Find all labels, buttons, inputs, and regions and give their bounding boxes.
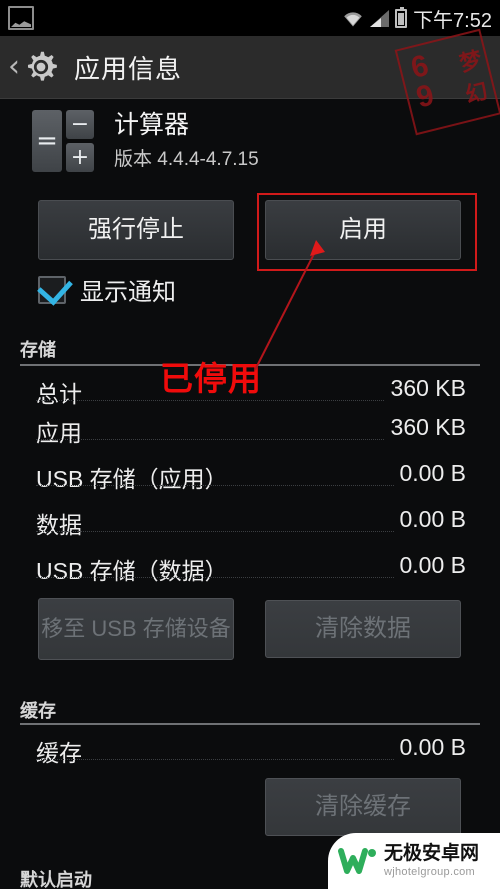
show-notifications-checkbox[interactable] (37, 268, 73, 306)
row-label: 缓存 (36, 734, 88, 768)
row-value: 360 KB (384, 414, 466, 441)
app-header: − = + 计算器 版本 4.4.4-4.7.15 (0, 105, 500, 177)
app-version: 版本 4.4.4-4.7.15 (114, 149, 259, 171)
row-value: 0.00 B (393, 460, 466, 487)
site-watermark: 无极安卓网 wjhotelgroup.com (328, 833, 500, 889)
gear-icon (27, 51, 57, 81)
row-label: 数据 (36, 506, 88, 540)
force-stop-button[interactable]: 强行停止 (38, 200, 234, 260)
show-notifications-row[interactable]: 显示通知 (37, 268, 176, 307)
app-meta: 计算器 版本 4.4.4-4.7.15 (114, 111, 259, 172)
battery-icon (395, 6, 408, 28)
page-title: 应用信息 (74, 53, 183, 84)
move-to-usb-storage-button[interactable]: 移至 USB 存储设备 (38, 598, 234, 660)
calc-key-plus: + (66, 143, 94, 172)
watermark-text: 无极安卓网 wjhotelgroup.com (384, 844, 479, 878)
checkmark-icon (37, 268, 73, 306)
clear-cache-button[interactable]: 清除缓存 (265, 778, 461, 836)
row-value: 0.00 B (393, 506, 466, 533)
annotation-disabled-text: 已停用 (160, 360, 262, 397)
section-title-cache: 缓存 (20, 701, 56, 721)
watermark-title: 无极安卓网 (384, 843, 480, 865)
wjhotelgroup-logo-icon (338, 848, 376, 874)
table-row: USB 存储（数据） 0.00 B (20, 549, 480, 587)
row-label: USB 存储（数据） (36, 552, 234, 586)
section-title-storage: 存储 (20, 340, 56, 360)
row-label: 应用 (36, 414, 88, 448)
calculator-app-icon: − = + (32, 110, 94, 172)
status-bar-right: 下午7:52 (342, 4, 492, 33)
table-row: USB 存储（应用） 0.00 B (20, 457, 480, 495)
row-value: 0.00 B (393, 734, 466, 761)
calc-key-minus: − (66, 110, 94, 139)
action-bar: ‹ 应用信息 (0, 36, 500, 99)
watermark-url: wjhotelgroup.com (384, 865, 476, 878)
back-chevron-icon[interactable]: ‹ (8, 52, 20, 82)
status-bar-left (8, 6, 34, 30)
section-title-launch-by-default: 默认启动 (20, 870, 92, 889)
calc-key-equals: = (32, 110, 62, 172)
app-info-screen: 下午7:52 ‹ 应用信息 6 9 梦 幻 − = + 计算器 版本 4.4.4… (0, 0, 500, 889)
table-row: 应用 360 KB (20, 411, 480, 449)
status-bar: 下午7:52 (0, 0, 500, 36)
table-row: 缓存 0.00 B (20, 731, 480, 769)
signal-icon (370, 9, 390, 27)
wifi-icon (344, 11, 362, 26)
app-name: 计算器 (114, 110, 190, 139)
screenshot-image-icon (8, 6, 34, 30)
clear-data-button[interactable]: 清除数据 (265, 600, 461, 658)
cache-divider (20, 723, 480, 725)
row-value: 0.00 B (393, 552, 466, 579)
row-label: USB 存储（应用） (36, 460, 234, 494)
show-notifications-label: 显示通知 (80, 279, 176, 306)
row-label: 总计 (36, 375, 88, 409)
enable-button[interactable]: 启用 (265, 200, 461, 260)
status-bar-clock: 下午7:52 (413, 9, 492, 32)
row-value: 360 KB (384, 375, 466, 402)
table-row: 数据 0.00 B (20, 503, 480, 541)
